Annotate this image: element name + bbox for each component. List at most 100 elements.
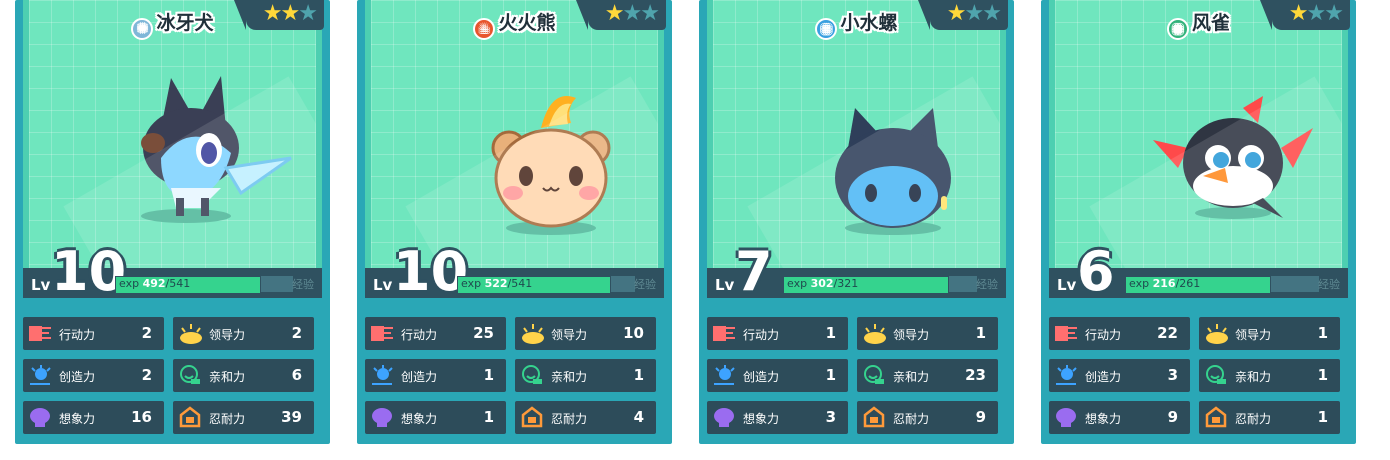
stat-value: 3: [1167, 366, 1178, 384]
water-drop-icon: ◎: [815, 18, 838, 40]
stat-label: 领导力: [893, 328, 930, 342]
stat-label: 想象力: [59, 412, 96, 426]
stat-label: 创造力: [401, 370, 438, 384]
stat-action: 行动力 1: [707, 317, 848, 350]
stat-label: 亲和力: [1235, 370, 1272, 384]
level-number: 6: [1077, 240, 1115, 303]
stat-create: 创造力 1: [365, 359, 506, 392]
stat-imagine: 想象力 9: [1049, 401, 1190, 434]
exp-button[interactable]: 经验: [976, 276, 998, 292]
action-icon: [1055, 323, 1077, 344]
stat-label: 忍耐力: [209, 412, 246, 426]
character-art: [371, 0, 658, 268]
stat-label: 创造力: [1085, 370, 1122, 384]
stat-endure: 忍耐力 4: [515, 401, 656, 434]
monster-illustration: [793, 78, 993, 258]
leader-icon: [521, 323, 544, 344]
monster-name: 冰牙犬: [156, 12, 214, 34]
stat-affinity: 亲和力 1: [515, 359, 656, 392]
monster-card[interactable]: ★★★ ♨ 火火熊 Lv 10 exp 522/541 经验 行动力 25 领导力 10 创造力 1 亲和…: [357, 0, 672, 444]
stat-value: 2: [291, 324, 302, 342]
action-icon: [29, 323, 51, 344]
monster-name: 火火熊: [498, 12, 556, 34]
imagine-icon: [1055, 407, 1077, 428]
endure-icon: [179, 406, 201, 428]
monster-card[interactable]: ★★★ ◉ 风雀 Lv 6 exp 216/261 经验 行动力 22 领导力 1 创造力 3 亲和力 1 想…: [1041, 0, 1356, 444]
stat-label: 想象力: [401, 412, 438, 426]
imagine-icon: [713, 407, 735, 428]
stat-label: 忍耐力: [1235, 412, 1272, 426]
monster-card[interactable]: ★★★ ◎ 小水螺 Lv 7 exp 302/321 经验 行动力 1 领导力 1 创造力 1 亲和力 23…: [699, 0, 1014, 444]
level-label: Lv: [31, 276, 51, 294]
monster-name-row: ♨ 火火熊: [357, 8, 672, 40]
stat-value: 9: [1167, 408, 1178, 426]
stat-label: 忍耐力: [893, 412, 930, 426]
monster-name: 小水螺: [840, 12, 898, 34]
stat-create: 创造力 2: [23, 359, 164, 392]
stat-leader: 领导力 10: [515, 317, 656, 350]
affinity-icon: [179, 365, 201, 386]
wind-swirl-icon: ◉: [1166, 18, 1189, 40]
monster-name-row: ❄ 冰牙犬: [15, 8, 330, 40]
stat-create: 创造力 1: [707, 359, 848, 392]
endure-icon: [1205, 406, 1227, 428]
stat-label: 行动力: [1085, 328, 1122, 342]
stat-label: 行动力: [743, 328, 780, 342]
stat-value: 1: [1317, 324, 1328, 342]
stat-label: 创造力: [743, 370, 780, 384]
character-art: [713, 0, 1000, 268]
stat-create: 创造力 3: [1049, 359, 1190, 392]
exp-text: exp 522/541: [461, 277, 533, 290]
exp-text: exp 216/261: [1129, 277, 1201, 290]
create-icon: [713, 365, 735, 386]
stat-label: 领导力: [551, 328, 588, 342]
stat-value: 10: [623, 324, 644, 342]
stat-label: 亲和力: [551, 370, 588, 384]
monster-illustration: [91, 58, 292, 238]
stat-value: 1: [825, 324, 836, 342]
imagine-icon: [371, 407, 393, 428]
monster-name: 风雀: [1191, 12, 1230, 34]
stat-leader: 领导力 1: [1199, 317, 1340, 350]
stat-label: 想象力: [1085, 412, 1122, 426]
leader-icon: [1205, 323, 1228, 344]
stat-value: 9: [975, 408, 986, 426]
stat-label: 领导力: [1235, 328, 1272, 342]
stat-action: 行动力 25: [365, 317, 506, 350]
endure-icon: [521, 406, 543, 428]
stat-endure: 忍耐力 1: [1199, 401, 1340, 434]
stat-value: 3: [825, 408, 836, 426]
stat-value: 1: [975, 324, 986, 342]
exp-button[interactable]: 经验: [634, 276, 656, 292]
monster-illustration: [451, 78, 651, 258]
snowflake-icon: ❄: [131, 18, 154, 40]
stat-leader: 领导力 1: [857, 317, 998, 350]
monster-card[interactable]: ★★★ ❄ 冰牙犬 Lv 10 exp 492/541 经验 行动力 2 领导力 2 创造力 2 亲和力 6…: [15, 0, 330, 444]
level-label: Lv: [715, 276, 735, 294]
character-art: [1055, 0, 1342, 268]
stat-label: 领导力: [209, 328, 246, 342]
stat-value: 39: [281, 408, 302, 426]
stat-label: 行动力: [59, 328, 96, 342]
create-icon: [29, 365, 51, 386]
stat-label: 创造力: [59, 370, 96, 384]
level-label: Lv: [1057, 276, 1077, 294]
stat-value: 1: [1317, 366, 1328, 384]
exp-button[interactable]: 经验: [292, 276, 314, 292]
stat-imagine: 想象力 16: [23, 401, 164, 434]
exp-text: exp 492/541: [119, 277, 191, 290]
stat-value: 1: [1317, 408, 1328, 426]
monster-name-row: ◎ 小水螺: [699, 8, 1014, 40]
level-label: Lv: [373, 276, 393, 294]
level-number: 7: [735, 240, 773, 303]
imagine-icon: [29, 407, 51, 428]
exp-button[interactable]: 经验: [1318, 276, 1340, 292]
character-art: [29, 0, 316, 268]
stat-imagine: 想象力 3: [707, 401, 848, 434]
stat-value: 16: [131, 408, 152, 426]
stat-label: 忍耐力: [551, 412, 588, 426]
stat-action: 行动力 22: [1049, 317, 1190, 350]
stat-value: 22: [1157, 324, 1178, 342]
stat-leader: 领导力 2: [173, 317, 314, 350]
stat-action: 行动力 2: [23, 317, 164, 350]
